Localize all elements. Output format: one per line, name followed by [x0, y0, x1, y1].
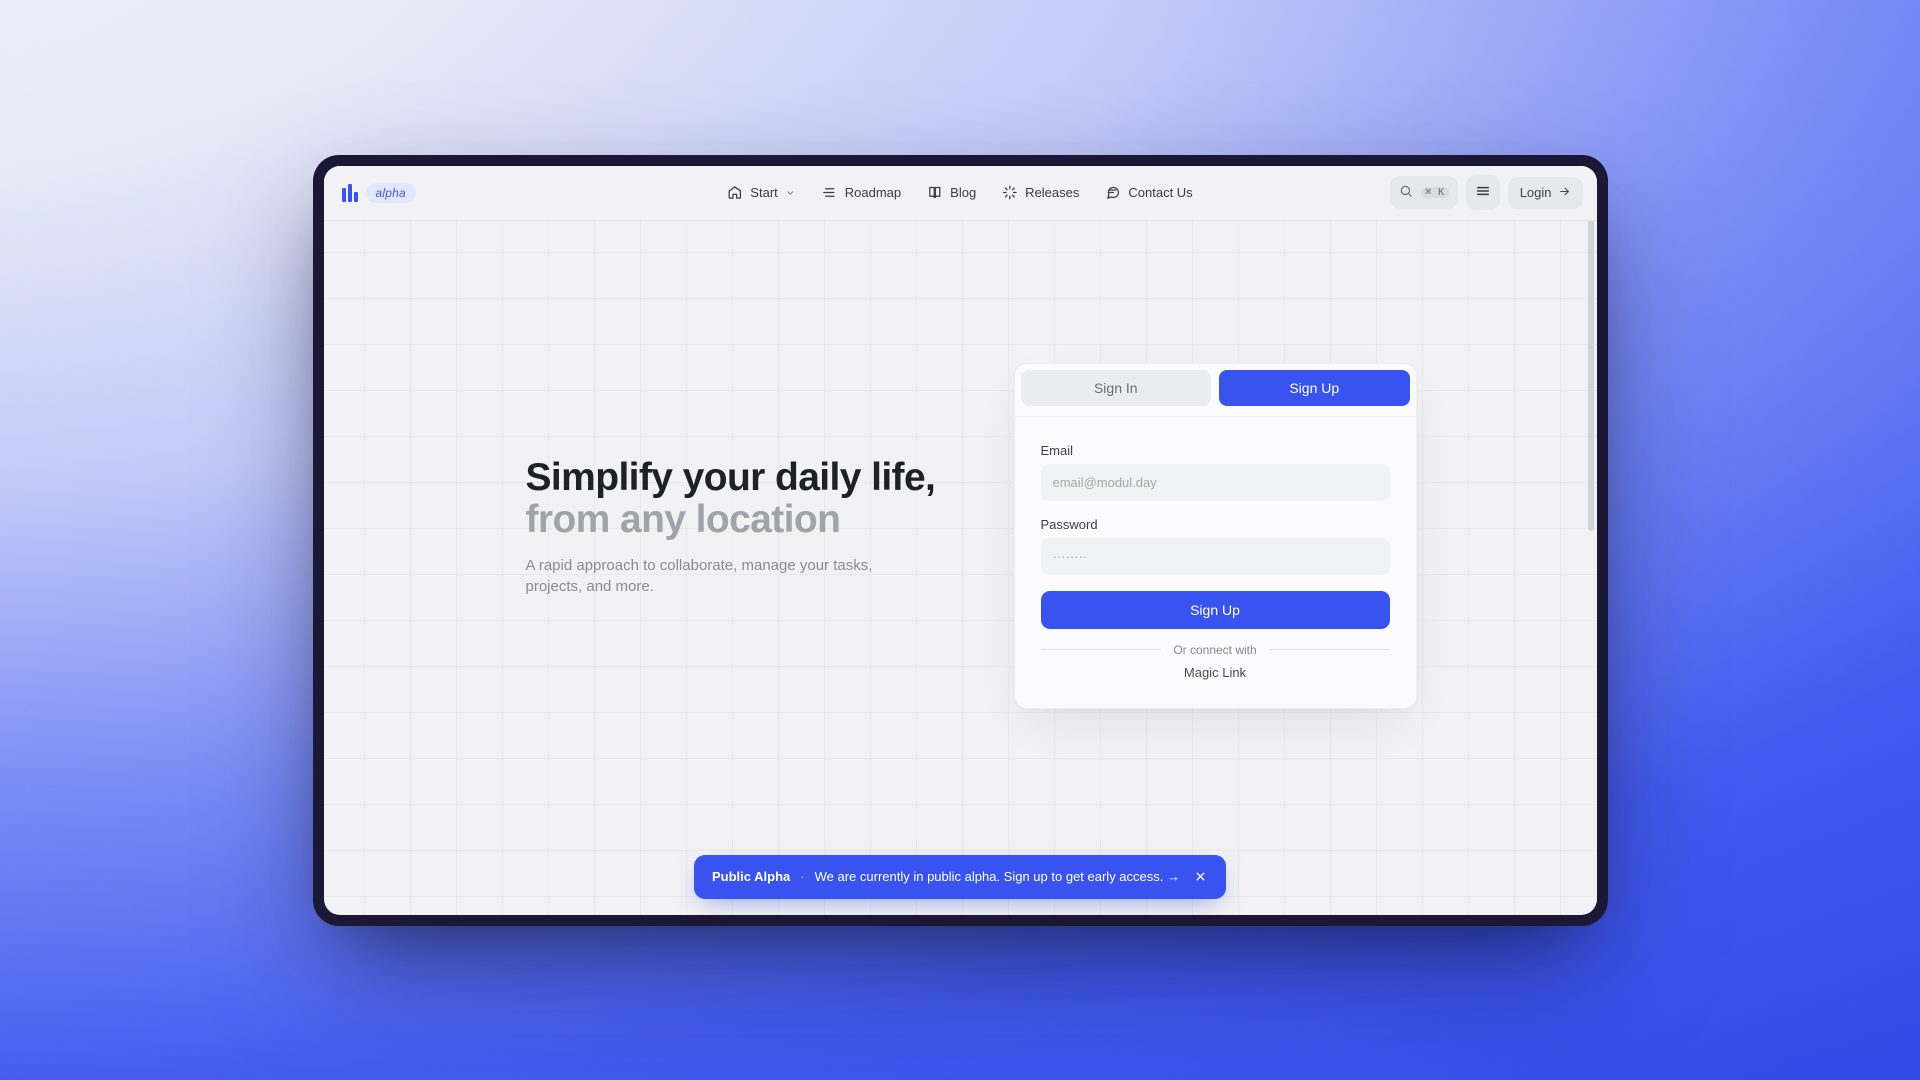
nav-blog-label: Blog: [950, 185, 976, 200]
alpha-banner-title: Public Alpha: [712, 869, 790, 884]
login-label: Login: [1520, 185, 1552, 200]
nav-roadmap[interactable]: Roadmap: [822, 185, 901, 200]
email-label: Email: [1041, 443, 1390, 458]
nav-blog[interactable]: Blog: [927, 185, 976, 200]
nav-contact-label: Contact Us: [1128, 185, 1192, 200]
magic-link-button[interactable]: Magic Link: [1041, 665, 1390, 680]
tab-signup[interactable]: Sign Up: [1219, 370, 1410, 406]
hero: Simplify your daily life, from any locat…: [526, 457, 956, 599]
hero-subtext: A rapid approach to collaborate, manage …: [526, 555, 886, 599]
navbar: alpha Start: [324, 166, 1597, 221]
menu-icon: [1475, 183, 1491, 202]
book-icon: [927, 185, 942, 200]
tab-signin[interactable]: Sign In: [1021, 370, 1212, 406]
nav-releases[interactable]: Releases: [1002, 185, 1079, 200]
home-icon: [727, 185, 742, 200]
password-field[interactable]: [1041, 538, 1390, 575]
alpha-chip: alpha: [366, 183, 416, 203]
search-button[interactable]: ⌘ K: [1390, 176, 1458, 209]
search-icon: [1399, 184, 1413, 201]
gradient-backdrop: alpha Start: [0, 0, 1920, 1080]
nav-roadmap-label: Roadmap: [845, 185, 901, 200]
alpha-banner-close[interactable]: [1190, 866, 1212, 888]
nav-releases-label: Releases: [1025, 185, 1079, 200]
sparkle-icon: [1002, 185, 1017, 200]
auth-form: Email Password Sign Up Or connect with M…: [1015, 416, 1416, 680]
auth-card: Sign In Sign Up Email Password Sign Up O…: [1014, 363, 1417, 709]
nav-contact[interactable]: Contact Us: [1105, 185, 1192, 200]
brand[interactable]: alpha: [342, 183, 416, 203]
list-icon: [822, 185, 837, 200]
login-button[interactable]: Login: [1508, 177, 1583, 209]
email-field[interactable]: [1041, 464, 1390, 501]
nav-center: Start Roadmap: [727, 185, 1192, 200]
close-icon: [1194, 870, 1207, 883]
hero-headline: Simplify your daily life, from any locat…: [526, 457, 956, 541]
password-label: Password: [1041, 517, 1390, 532]
alpha-banner-text: We are currently in public alpha. Sign u…: [815, 869, 1180, 884]
menu-button[interactable]: [1466, 175, 1500, 210]
device-frame: alpha Start: [313, 155, 1608, 926]
alpha-banner-dot: ·: [800, 869, 804, 884]
nav-right: ⌘ K Login: [1390, 175, 1582, 210]
signup-button[interactable]: Sign Up: [1041, 591, 1390, 629]
brand-logo-icon: [342, 184, 358, 202]
hero-headline-sub: from any location: [526, 499, 956, 541]
alpha-banner[interactable]: Public Alpha · We are currently in publi…: [694, 855, 1226, 899]
search-shortcut: ⌘ K: [1421, 187, 1449, 198]
hero-headline-main: Simplify your daily life,: [526, 456, 936, 499]
app-screen: alpha Start: [324, 166, 1597, 915]
main-area: Simplify your daily life, from any locat…: [324, 221, 1597, 915]
nav-start-label: Start: [750, 185, 777, 200]
arrow-right-icon: [1558, 185, 1571, 201]
connect-divider: Or connect with: [1041, 643, 1390, 657]
nav-start[interactable]: Start: [727, 185, 795, 200]
auth-tabs: Sign In Sign Up: [1021, 370, 1410, 416]
chat-icon: [1105, 185, 1120, 200]
chevron-down-icon: [786, 188, 796, 198]
